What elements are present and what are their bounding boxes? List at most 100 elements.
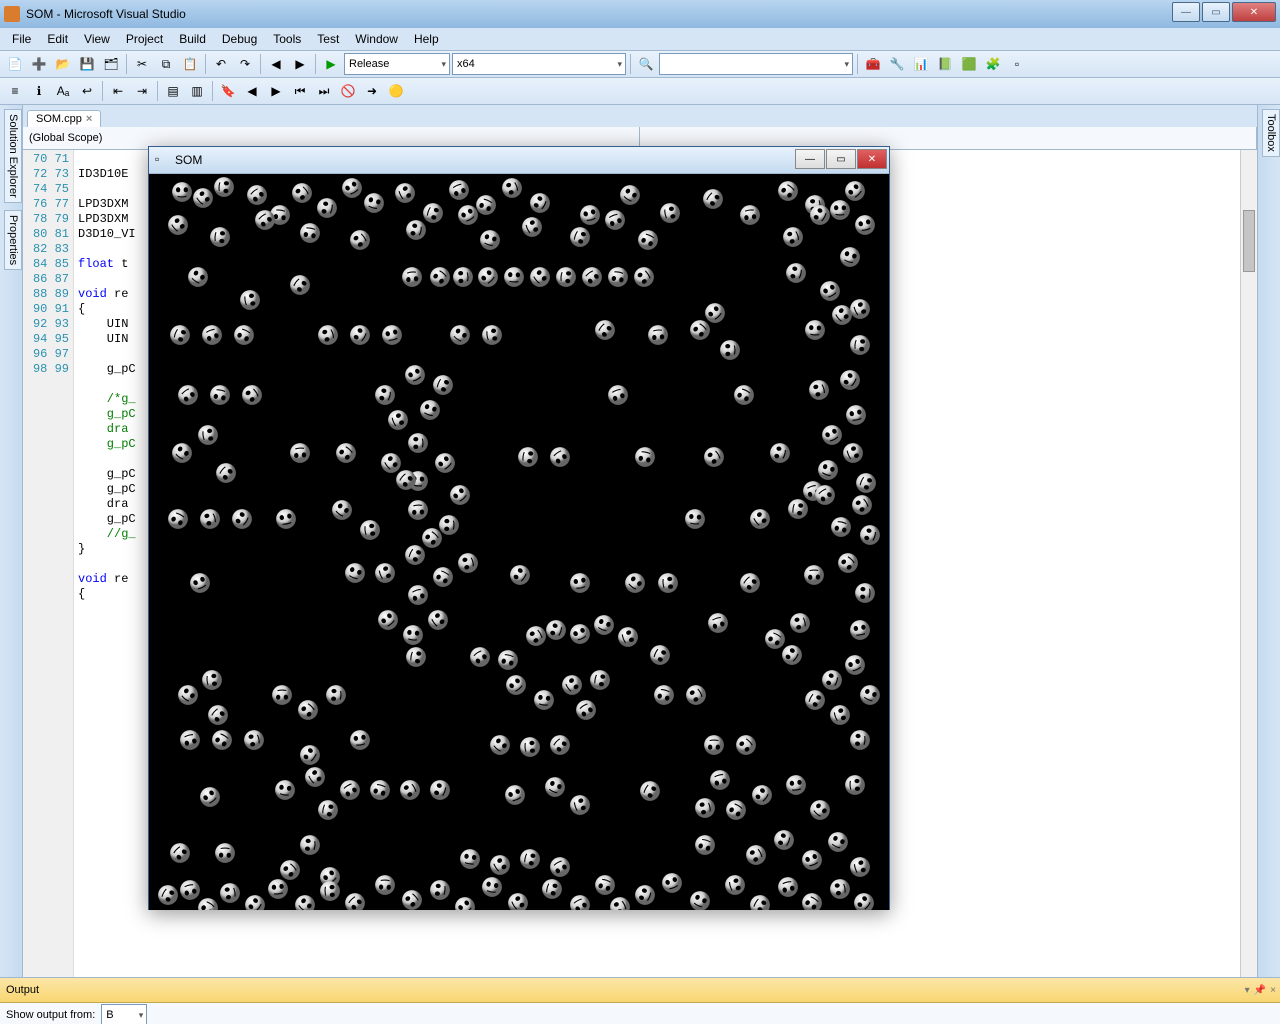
menu-file[interactable]: File [4, 30, 39, 48]
redo-icon[interactable]: ↷ [234, 53, 256, 75]
face-sprite [545, 619, 567, 641]
maximize-button[interactable]: ▭ [1202, 2, 1230, 22]
go-to-icon[interactable]: ➜ [361, 80, 383, 102]
face-sprite [407, 584, 429, 606]
face-sprite [830, 516, 852, 538]
class-view-icon[interactable]: 📊 [910, 53, 932, 75]
face-sprite [187, 266, 209, 288]
menu-debug[interactable]: Debug [214, 30, 265, 48]
face-sprite [842, 442, 864, 464]
face-sprite [569, 623, 591, 645]
output-pin-icon[interactable]: 📌 [1254, 985, 1266, 996]
nav-back-icon[interactable]: ◀ [265, 53, 287, 75]
output-dropdown-icon[interactable]: ▾ [1245, 985, 1250, 996]
menu-build[interactable]: Build [171, 30, 214, 48]
find-combo[interactable] [659, 53, 853, 75]
copy-icon[interactable]: ⧉ [155, 53, 177, 75]
prev-bookmark-icon[interactable]: ◀ [241, 80, 263, 102]
next-bookmark-icon[interactable]: ▶ [265, 80, 287, 102]
face-sprite [381, 324, 403, 346]
som-close-button[interactable]: ✕ [857, 149, 887, 169]
menu-tools[interactable]: Tools [265, 30, 309, 48]
face-sprite [504, 784, 526, 806]
editor-scrollbar[interactable] [1240, 150, 1257, 977]
face-sprite [725, 799, 747, 821]
som-maximize-button[interactable]: ▭ [826, 149, 856, 169]
uncomment-icon[interactable]: ▥ [186, 80, 208, 102]
face-sprite [199, 508, 221, 530]
start-debug-icon[interactable]: ▶ [320, 53, 342, 75]
start-page-icon[interactable]: 🟩 [958, 53, 980, 75]
face-sprite [709, 769, 731, 791]
close-button[interactable]: ✕ [1232, 2, 1276, 22]
som-minimize-button[interactable]: — [795, 149, 825, 169]
param-info-icon[interactable]: Aₐ [52, 80, 74, 102]
file-tab-close-icon[interactable]: × [86, 113, 92, 125]
face-sprite [377, 609, 399, 631]
save-all-icon[interactable]: 🗂 [100, 53, 122, 75]
word-wrap-icon[interactable]: ↩ [76, 80, 98, 102]
face-sprite [169, 842, 191, 864]
add-item-icon[interactable]: ➕ [28, 53, 50, 75]
menu-edit[interactable]: Edit [39, 30, 76, 48]
menu-project[interactable]: Project [118, 30, 171, 48]
text-editor-toolbar: ≡ ℹ Aₐ ↩ ⇤ ⇥ ▤ ▥ 🔖 ◀ ▶ ⏮ ⏭ 🚫 ➜ 🟡 [0, 78, 1280, 105]
properties-icon[interactable]: 🔧 [886, 53, 908, 75]
extension-icon[interactable]: 🧩 [982, 53, 1004, 75]
find-icon[interactable]: 🔍 [635, 53, 657, 75]
cut-icon[interactable]: ✂ [131, 53, 153, 75]
file-tab-label: SOM.cpp [36, 113, 82, 125]
face-sprite [659, 202, 681, 224]
comment-icon[interactable]: ▤ [162, 80, 184, 102]
menu-window[interactable]: Window [347, 30, 406, 48]
face-sprite [359, 519, 381, 541]
object-browser-icon[interactable]: 📗 [934, 53, 956, 75]
menu-test[interactable]: Test [309, 30, 347, 48]
bookmark-icon[interactable]: 🔖 [217, 80, 239, 102]
som-titlebar[interactable]: ▫ SOM — ▭ ✕ [149, 147, 889, 174]
new-project-icon[interactable]: 📄 [4, 53, 26, 75]
toolbox-tab[interactable]: Toolbox [1262, 109, 1280, 157]
face-sprite [405, 646, 427, 668]
clear-bookmarks-icon[interactable]: 🚫 [337, 80, 359, 102]
increase-indent-icon[interactable]: ⇥ [131, 80, 153, 102]
highlight-icon[interactable]: 🟡 [385, 80, 407, 102]
face-sprite [509, 564, 531, 586]
open-icon[interactable]: 📂 [52, 53, 74, 75]
face-sprite [297, 699, 319, 721]
undo-icon[interactable]: ↶ [210, 53, 232, 75]
quick-info-icon[interactable]: ℹ [28, 80, 50, 102]
face-sprite [215, 462, 237, 484]
face-sprite [432, 566, 454, 588]
member-list-icon[interactable]: ≡ [4, 80, 26, 102]
solution-explorer-tab[interactable]: Solution Explorer [4, 109, 22, 203]
properties-tab[interactable]: Properties [4, 210, 22, 270]
nav-fwd-icon[interactable]: ▶ [289, 53, 311, 75]
face-sprite [859, 524, 881, 546]
menu-help[interactable]: Help [406, 30, 447, 48]
output-close-icon[interactable]: × [1270, 985, 1276, 996]
paste-icon[interactable]: 📋 [179, 53, 201, 75]
face-sprite [702, 188, 724, 210]
menu-view[interactable]: View [76, 30, 118, 48]
config-combo[interactable]: Release [344, 53, 450, 75]
face-sprite [653, 684, 675, 706]
face-sprite [569, 572, 591, 594]
face-sprite [561, 674, 583, 696]
face-sprite [819, 280, 841, 302]
face-sprite [521, 216, 543, 238]
toolbox-icon[interactable]: 🧰 [862, 53, 884, 75]
prev-bookmark-folder-icon[interactable]: ⏮ [289, 80, 311, 102]
face-sprite [821, 424, 843, 446]
decrease-indent-icon[interactable]: ⇤ [107, 80, 129, 102]
file-tab-active[interactable]: SOM.cpp × [27, 110, 101, 127]
face-sprite [769, 442, 791, 464]
command-window-icon[interactable]: ▫ [1006, 53, 1028, 75]
save-icon[interactable]: 💾 [76, 53, 98, 75]
platform-combo[interactable]: x64 [452, 53, 626, 75]
output-source-combo[interactable]: B [101, 1004, 147, 1024]
face-sprite [331, 499, 353, 521]
face-sprite [827, 831, 849, 853]
minimize-button[interactable]: — [1172, 2, 1200, 22]
next-bookmark-folder-icon[interactable]: ⏭ [313, 80, 335, 102]
